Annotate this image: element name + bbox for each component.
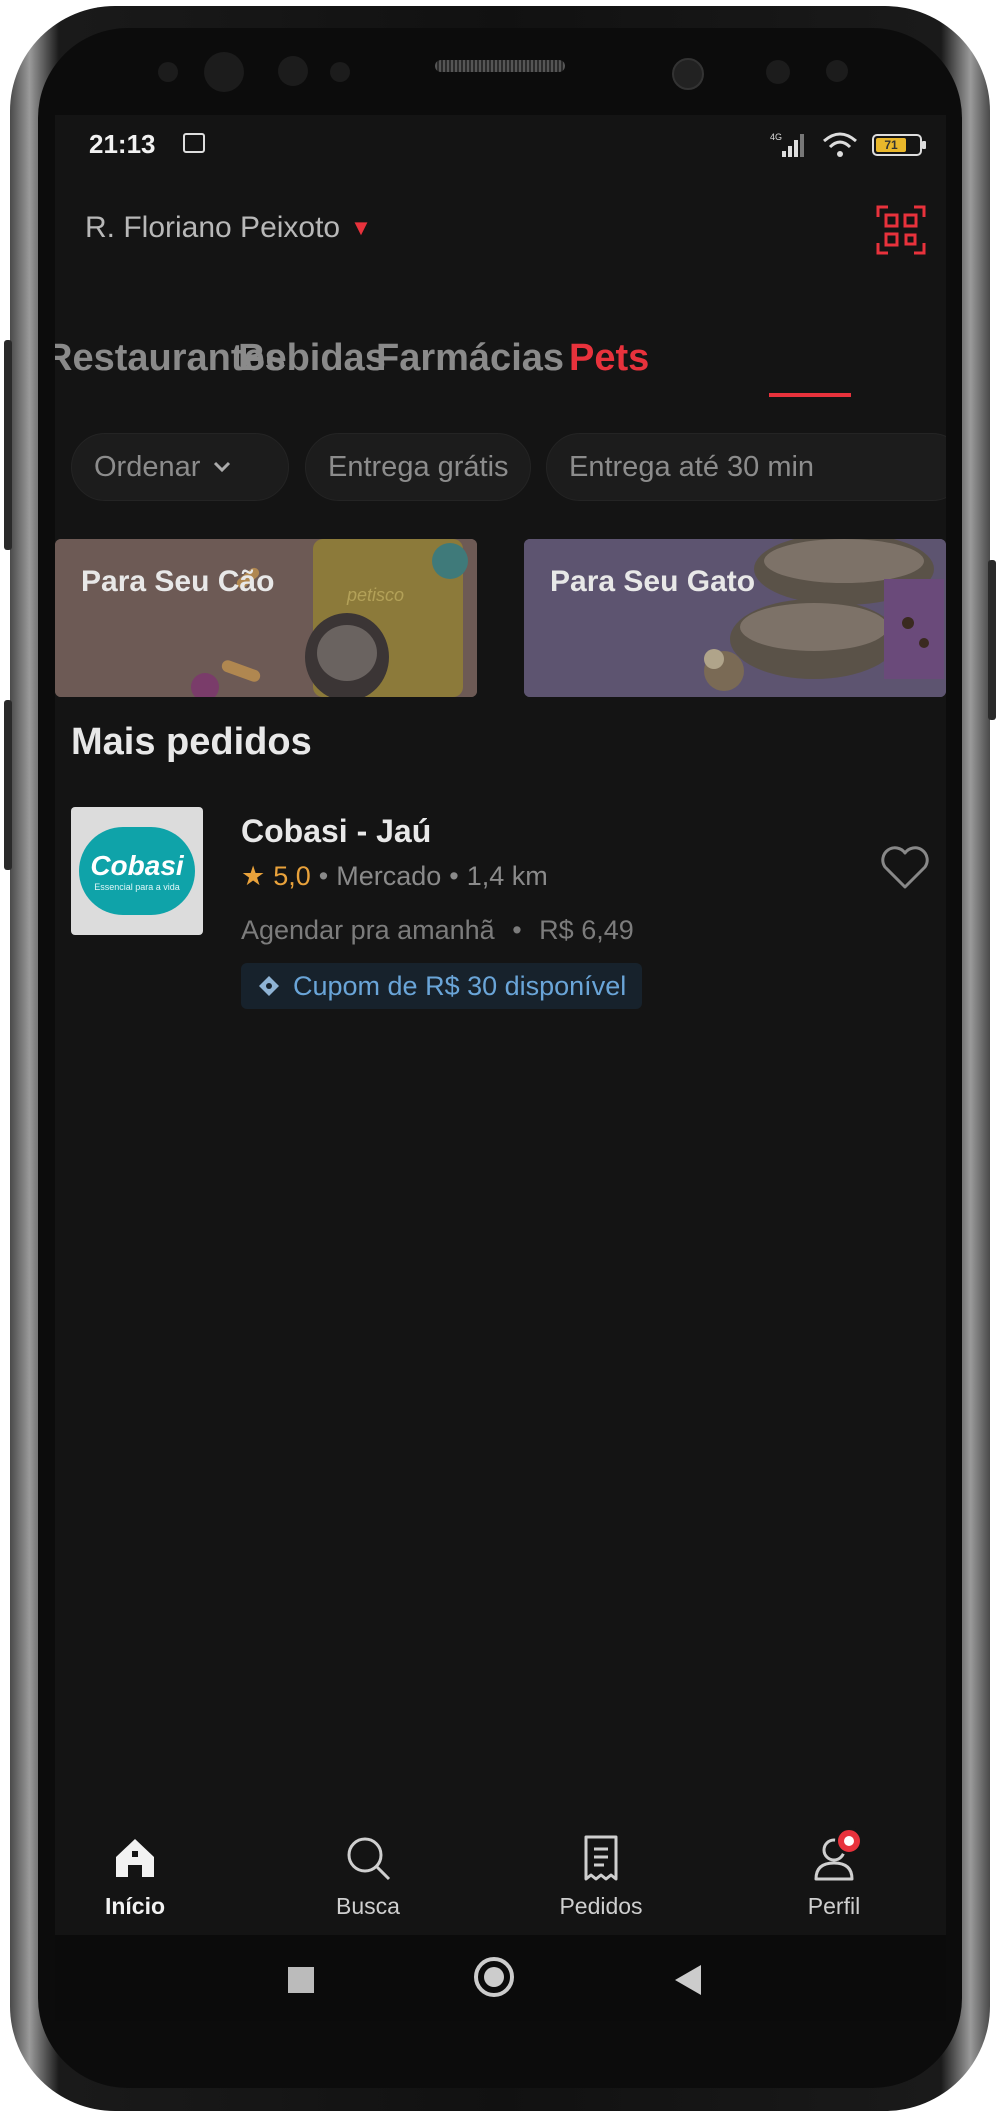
nav-label: Busca — [336, 1893, 400, 1919]
front-sensor — [204, 52, 244, 92]
active-tab-indicator — [769, 393, 851, 397]
profile-icon-wrap — [809, 1827, 863, 1883]
nav-pedidos[interactable]: Pedidos — [531, 1833, 671, 1920]
category-tabs: Restaurantes Bebidas Farmácias Pets — [55, 315, 946, 415]
filter-label: Entrega grátis — [328, 450, 509, 483]
bottom-navigation: Início Busca Pedidos Perfil — [55, 1815, 946, 1935]
status-bar: 21:13 4G 71 — [55, 115, 946, 175]
status-icons: 4G 71 — [770, 131, 926, 159]
system-navigation-bar — [55, 1935, 946, 2021]
filter-label: Entrega até 30 min — [569, 450, 815, 483]
store-logo: Cobasi Essencial para a vida — [71, 807, 203, 935]
recents-button[interactable] — [288, 1967, 314, 1993]
address-selector[interactable]: R. Floriano Peixoto ▼ — [85, 211, 372, 245]
separator-dot: • — [512, 915, 522, 945]
notification-badge — [835, 1827, 863, 1855]
banner-decor-text: petisco — [346, 585, 404, 605]
tab-pets[interactable]: Pets — [569, 337, 649, 380]
separator-dot: • — [318, 861, 329, 891]
wifi-icon — [823, 132, 857, 157]
search-icon — [347, 1837, 391, 1881]
receipt-icon — [584, 1835, 618, 1881]
nav-perfil[interactable]: Perfil — [764, 1827, 904, 1920]
filter-entrega-gratis[interactable]: Entrega grátis — [305, 433, 531, 501]
front-sensor — [158, 62, 178, 82]
nav-label: Pedidos — [559, 1893, 643, 1919]
home-button[interactable] — [474, 1957, 514, 1997]
status-time: 21:13 — [89, 129, 156, 159]
filter-ordenar[interactable]: Ordenar — [71, 433, 289, 501]
app-screen: 21:13 4G 71 R. Floriano Peixoto ▼ Restau… — [55, 115, 946, 2021]
store-schedule: Agendar pra amanhã — [241, 915, 495, 945]
filter-label: Ordenar — [94, 450, 201, 483]
banner-para-seu-gato[interactable]: Para Seu Gato — [524, 539, 946, 697]
coupon-tag-icon — [259, 976, 279, 996]
chevron-down-icon: ▼ — [350, 215, 372, 240]
nav-label: Início — [104, 1893, 166, 1919]
earpiece-speaker — [435, 60, 565, 72]
battery-level: 71 — [876, 138, 906, 152]
front-sensor — [766, 60, 790, 84]
store-logo-subtext: Essencial para a vida — [94, 882, 180, 892]
store-delivery-fee: R$ 6,49 — [539, 915, 634, 945]
front-sensor — [826, 60, 848, 82]
front-camera — [672, 58, 704, 90]
filter-entrega-30-min[interactable]: Entrega até 30 min — [546, 433, 946, 501]
store-logo-text: Cobasi — [90, 850, 184, 881]
nav-busca[interactable]: Busca — [298, 1833, 438, 1920]
bixby-button — [4, 700, 12, 870]
store-logo-badge: Cobasi Essencial para a vida — [79, 827, 195, 915]
coupon-badge: Cupom de R$ 30 disponível — [241, 963, 643, 1009]
tab-bebidas[interactable]: Bebidas — [238, 337, 386, 380]
battery-icon: 71 — [872, 134, 926, 156]
home-icon — [116, 1839, 154, 1877]
cat-banner-image — [524, 539, 946, 697]
star-icon: ★ — [241, 861, 266, 891]
address-text: R. Floriano Peixoto — [85, 211, 341, 244]
front-sensor — [330, 62, 350, 82]
heart-icon[interactable] — [879, 843, 931, 891]
nav-inicio[interactable]: Início — [65, 1833, 205, 1920]
power-button — [988, 560, 996, 720]
store-distance: 1,4 km — [466, 861, 548, 891]
nav-label: Perfil — [807, 1893, 861, 1919]
front-sensor — [278, 56, 308, 86]
qr-code-icon[interactable] — [876, 205, 926, 255]
store-delivery-info: Agendar pra amanhã • R$ 6,49 — [241, 915, 634, 946]
volume-button — [4, 340, 12, 550]
dog-banner-image: petisco — [55, 539, 477, 697]
store-card[interactable]: Cobasi Essencial para a vida Cobasi - Ja… — [71, 807, 931, 1027]
banner-label: Para Seu Cão — [81, 565, 275, 598]
section-title: Mais pedidos — [71, 721, 312, 763]
signal-icon: 4G — [770, 132, 804, 157]
separator-dot: • — [449, 861, 459, 891]
network-label: 4G — [770, 132, 782, 142]
store-category: Mercado — [336, 861, 442, 891]
banner-label: Para Seu Gato — [550, 565, 756, 598]
store-name: Cobasi - Jaú — [241, 813, 432, 849]
store-meta: ★ 5,0 • Mercado • 1,4 km — [241, 861, 548, 892]
chevron-down-icon — [214, 461, 231, 473]
notification-icon — [183, 133, 205, 153]
banner-para-seu-cao[interactable]: petisco Para Seu Cão — [55, 539, 477, 697]
back-button[interactable] — [675, 1965, 701, 1995]
store-rating: 5,0 — [273, 861, 311, 891]
coupon-text: Cupom de R$ 30 disponível — [293, 970, 627, 1001]
tab-farmacias[interactable]: Farmácias — [376, 337, 564, 380]
